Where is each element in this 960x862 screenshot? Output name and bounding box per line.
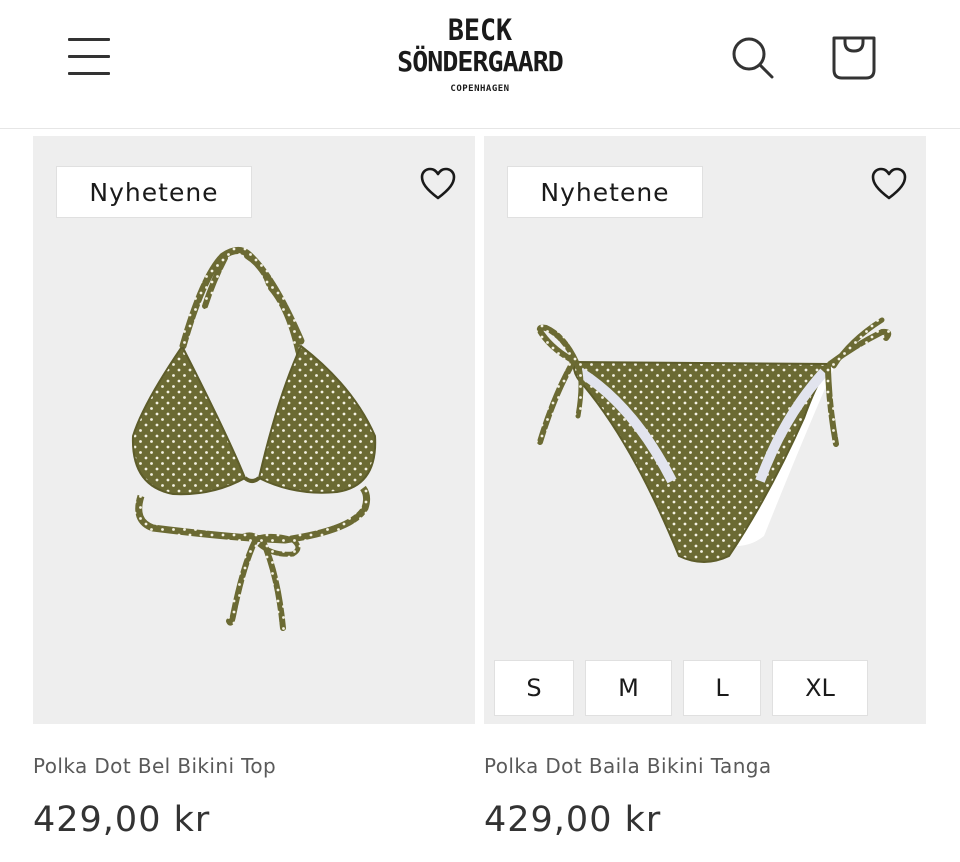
menu-icon[interactable] <box>66 36 112 78</box>
heart-icon[interactable] <box>870 166 908 202</box>
new-badge: Nyhetene <box>507 166 703 218</box>
product-card[interactable]: Nyhetene S M L XL Polka Dot Baila Bikini… <box>484 136 926 840</box>
new-badge: Nyhetene <box>56 166 252 218</box>
size-option-l[interactable]: L <box>683 660 761 716</box>
size-selector: S M L XL <box>494 660 868 716</box>
product-title[interactable]: Polka Dot Baila Bikini Tanga <box>484 754 772 778</box>
logo-line-3: COPENHAGEN <box>450 84 510 94</box>
heart-icon[interactable] <box>419 166 457 202</box>
product-card[interactable]: Nyhetene Polka Dot Bel Bikini Top 429,00… <box>33 136 475 840</box>
product-title[interactable]: Polka Dot Bel Bikini Top <box>33 754 276 778</box>
site-header: BECK SÖNDERGAARD COPENHAGEN <box>0 0 960 129</box>
shopping-bag-icon[interactable] <box>828 32 880 84</box>
size-option-xl[interactable]: XL <box>772 660 868 716</box>
size-option-m[interactable]: M <box>585 660 672 716</box>
product-price: 429,00 kr <box>484 800 662 840</box>
bikini-top-image <box>131 247 377 631</box>
brand-logo[interactable]: BECK SÖNDERGAARD COPENHAGEN <box>380 14 580 94</box>
product-price: 429,00 kr <box>33 800 211 840</box>
product-image[interactable]: Nyhetene S M L XL <box>484 136 926 724</box>
search-icon[interactable] <box>728 34 778 84</box>
size-option-s[interactable]: S <box>494 660 574 716</box>
bikini-bottom-image <box>536 317 892 563</box>
product-image[interactable]: Nyhetene <box>33 136 475 724</box>
logo-line-1: BECK <box>447 13 513 47</box>
logo-line-2: SÖNDERGAARD <box>397 45 564 78</box>
